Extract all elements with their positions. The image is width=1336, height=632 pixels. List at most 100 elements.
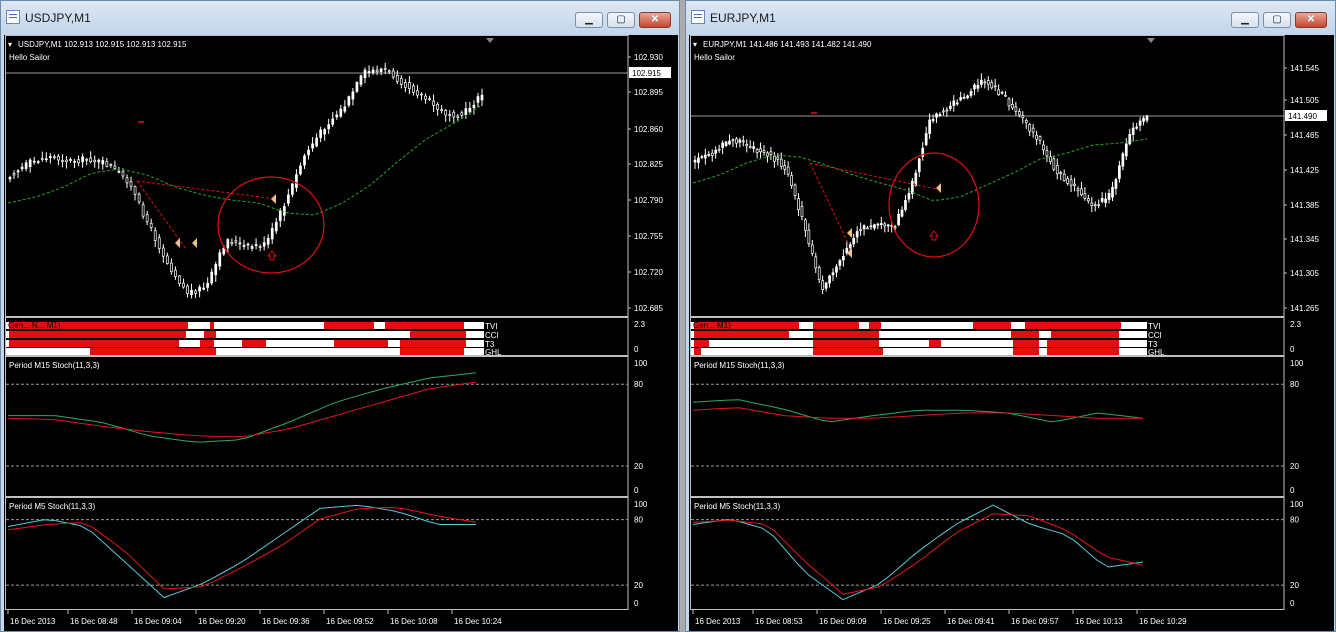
candle-body [1004, 94, 1007, 97]
stoch-main-line [692, 399, 1144, 423]
candle-body [866, 227, 869, 230]
candle-body [230, 242, 234, 245]
chart-area[interactable]: ▾ USDJPY,M1 102.913 102.915 102.913 102.9… [4, 35, 678, 631]
time-axis-label: 16 Dec 09:04 [134, 617, 182, 626]
candle-body [1128, 133, 1132, 145]
candle-body [876, 223, 880, 226]
indicator-red-segment [1047, 348, 1119, 355]
chart-canvas[interactable]: ▾ USDJPY,M1 102.913 102.915 102.913 102.9… [4, 35, 678, 631]
candle-body [210, 271, 214, 284]
candle-body [16, 170, 20, 173]
candle-body [893, 226, 897, 229]
candle-body [1007, 98, 1011, 107]
candle-body [8, 176, 12, 180]
candle-body [980, 79, 983, 85]
indicator-red-segment [324, 322, 374, 329]
chart-comment: Hello Sailor [9, 53, 50, 62]
candle-body [1086, 198, 1090, 202]
price-axis-label: 102.720 [634, 268, 663, 277]
pane-border [5, 497, 629, 610]
candle-body [202, 287, 205, 290]
candle-body [448, 114, 452, 116]
window-usdjpy[interactable]: USDJPY,M1 ▁ ▢ ✕ ▾ USDJPY,M1 102.913 102.9… [0, 0, 680, 632]
indicator-red-segment [1047, 340, 1119, 347]
time-axis-label: 16 Dec 09:52 [326, 617, 374, 626]
candle-body [766, 152, 769, 157]
price-axis-label: 102.755 [634, 232, 663, 241]
candle-body [218, 252, 222, 267]
candle-body [214, 264, 218, 276]
close-button[interactable]: ✕ [639, 12, 671, 28]
candle-body [327, 124, 331, 130]
collapse-arrow-icon: ▾ [693, 40, 697, 49]
candle-body [1145, 115, 1149, 121]
candle-body [693, 159, 697, 163]
candle-body [129, 181, 133, 187]
chart-area[interactable]: ▾ EURJPY,M1 141.486 141.493 141.482 141.4… [689, 35, 1334, 631]
price-axis-label: 102.790 [634, 196, 663, 205]
window-titlebar[interactable]: USDJPY,M1 ▁ ▢ ✕ [1, 1, 679, 35]
time-axis-label: 16 Dec 10:24 [454, 617, 502, 626]
minimize-button[interactable]: ▁ [1231, 12, 1259, 28]
candle-body [335, 114, 339, 118]
window-title: USDJPY,M1 [25, 11, 91, 25]
maximize-button[interactable]: ▢ [1263, 12, 1291, 28]
minimize-button[interactable]: ▁ [575, 12, 603, 28]
candle-body [911, 180, 914, 195]
candle-body [206, 283, 210, 288]
candle-body [821, 280, 825, 290]
indicator-red-segment [90, 348, 216, 355]
stoch-axis-label: 20 [1290, 581, 1299, 590]
candle-body [347, 96, 351, 106]
window-titlebar[interactable]: EURJPY,M1 ▁ ▢ ✕ [686, 1, 1335, 35]
pane-border [5, 35, 629, 317]
candle-body [307, 149, 310, 156]
candle-body [460, 112, 464, 116]
candle-body [1107, 193, 1111, 200]
candle-body [44, 158, 48, 161]
candle-body [416, 90, 419, 96]
candle-body [254, 244, 258, 246]
signal-triangle-icon [936, 183, 941, 193]
stoch-axis-label: 80 [634, 516, 643, 525]
candle-body [1011, 103, 1014, 109]
candle-body [48, 156, 52, 159]
candle-body [1097, 204, 1101, 206]
candle-body [174, 269, 177, 277]
candle-body [948, 105, 952, 110]
indicator-red-segment [694, 348, 701, 355]
candle-body [28, 159, 32, 168]
candle-body [931, 119, 935, 122]
candle-body [1111, 186, 1114, 198]
time-axis-label: 16 Dec 2013 [695, 617, 741, 626]
candle-body [1131, 127, 1135, 135]
candle-body [914, 172, 918, 186]
signal-trendline [136, 180, 277, 200]
chart-canvas[interactable]: ▾ EURJPY,M1 141.486 141.493 141.482 141.4… [689, 35, 1334, 631]
indicator-red-segment [9, 331, 186, 338]
indicator-red-segment [973, 322, 1011, 329]
candle-body [157, 237, 161, 249]
candle-body [408, 82, 411, 89]
candle-body [728, 140, 731, 145]
maximize-button[interactable]: ▢ [607, 12, 635, 28]
candle-body [924, 133, 928, 146]
candle-body [1024, 120, 1028, 123]
window-eurjpy[interactable]: EURJPY,M1 ▁ ▢ ✕ ▾ EURJPY,M1 141.486 141.4… [685, 0, 1336, 632]
indicator-axis-label: 2.3 [1290, 320, 1302, 329]
candle-body [1066, 178, 1069, 184]
stoch-axis-label: 100 [1290, 500, 1304, 509]
indicator-red-segment [1011, 331, 1039, 338]
candle-body [20, 166, 24, 170]
candle-body [432, 100, 435, 106]
candle-body [242, 244, 246, 247]
close-button[interactable]: ✕ [1295, 12, 1327, 28]
candle-body [1045, 150, 1049, 157]
stoch-axis-label: 80 [1290, 380, 1299, 389]
candle-body [1124, 143, 1128, 157]
candle-body [194, 290, 197, 294]
candle-body [198, 286, 201, 292]
candle-body [835, 266, 838, 273]
candle-body [456, 115, 460, 118]
indicator-red-segment [813, 331, 879, 338]
